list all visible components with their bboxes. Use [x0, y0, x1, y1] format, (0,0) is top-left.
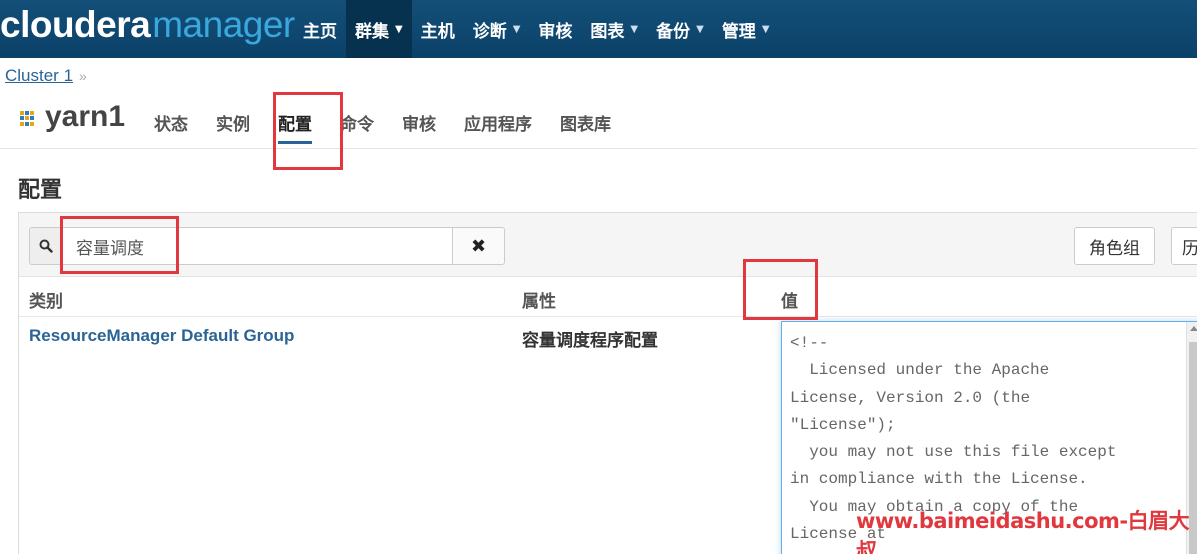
highlight-search-box [60, 216, 179, 274]
clear-search-button[interactable]: ✖ [453, 227, 505, 265]
header-divider [0, 148, 1197, 149]
nav-item-label: 诊断 [472, 21, 507, 42]
row-property-name: 容量调度程序配置 [522, 331, 658, 351]
nav-item-6[interactable]: 备份 ▼ [647, 0, 713, 58]
row-category-link[interactable]: ResourceManager Default Group [29, 326, 294, 346]
tab-6[interactable]: 图表库 [546, 100, 625, 144]
nav-item-0[interactable]: 主页 [294, 0, 346, 58]
service-tabs: 状态 实例 配置 命令 审核 应用程序 图表库 [140, 100, 625, 148]
nav-item-label: 管理 [721, 21, 756, 42]
configuration-panel: ✖ 角色组 历 类别 属性 值 ResourceManager Default … [18, 212, 1197, 554]
tab-5[interactable]: 应用程序 [450, 100, 546, 144]
main-menu: 主页 群集 ▼ 主机 诊断 ▼ 审核 图表 ▼ 备份 ▼ 管理 ▼ [294, 0, 779, 58]
nav-item-5[interactable]: 图表 ▼ [581, 0, 647, 58]
nav-item-label: 主机 [420, 21, 455, 42]
watermark: www.baimeidashu.com-白眉大叔 [856, 509, 1190, 554]
highlight-value-column [743, 259, 818, 320]
nav-item-label: 备份 [656, 21, 691, 42]
service-name: yarn1 [45, 100, 126, 133]
tab-1[interactable]: 实例 [202, 100, 264, 144]
caret-down-icon: ▼ [395, 23, 403, 35]
top-navbar: clouderamanager 主页 群集 ▼ 主机 诊断 ▼ 审核 图表 ▼ 备份 ▼ 管理 ▼ [0, 0, 1197, 58]
caret-down-icon: ▼ [761, 23, 770, 35]
nav-item-label: 群集 [355, 21, 389, 42]
nav-item-7[interactable]: 管理 ▼ [713, 0, 779, 58]
highlight-config-tab [273, 92, 343, 170]
tab-0[interactable]: 状态 [140, 100, 202, 144]
breadcrumb-separator: » [79, 68, 87, 84]
nav-item-label: 审核 [538, 21, 573, 42]
cloudera-manager-logo[interactable]: clouderamanager [0, 4, 295, 46]
nav-item-3[interactable]: 诊断 ▼ [464, 0, 530, 58]
scroll-up-arrow-icon[interactable] [1190, 326, 1197, 331]
page-title: 配置 [18, 178, 63, 203]
column-header-category[interactable]: 类别 [29, 287, 63, 312]
nav-item-1[interactable]: 群集 ▼ [346, 0, 412, 58]
history-button[interactable]: 历 [1171, 227, 1197, 265]
header-row-divider [19, 316, 1197, 317]
yarn-service-icon [20, 111, 35, 126]
column-header-property[interactable]: 属性 [522, 287, 556, 312]
role-groups-button[interactable]: 角色组 [1074, 227, 1155, 265]
nav-item-label: 图表 [590, 21, 625, 42]
breadcrumb-cluster-link[interactable]: Cluster 1 [5, 66, 73, 85]
caret-down-icon: ▼ [512, 23, 521, 35]
breadcrumb: Cluster 1 » [5, 66, 87, 86]
nav-item-2[interactable]: 主机 [412, 0, 464, 58]
nav-item-4[interactable]: 审核 [529, 0, 581, 58]
tab-4[interactable]: 审核 [388, 100, 450, 144]
config-toolbar: ✖ 角色组 历 [19, 213, 1197, 277]
nav-item-label: 主页 [303, 21, 337, 42]
caret-down-icon: ▼ [696, 23, 704, 35]
search-icon [29, 227, 61, 265]
caret-down-icon: ▼ [630, 23, 639, 35]
